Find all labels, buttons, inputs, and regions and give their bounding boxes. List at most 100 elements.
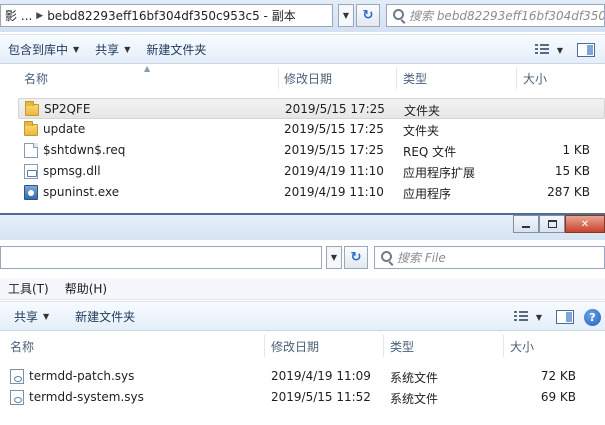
search-icon bbox=[381, 251, 392, 262]
share-button[interactable]: 共享 ▼ bbox=[0, 304, 57, 328]
search-icon bbox=[393, 9, 404, 20]
chevron-down-icon: ▼ bbox=[43, 311, 50, 321]
file-row[interactable]: spmsg.dll 2019/4/19 11:10 应用程序扩展 15 KB bbox=[18, 161, 605, 182]
menu-tools[interactable]: 工具(T) bbox=[0, 280, 57, 297]
search-input[interactable]: 搜索 File bbox=[374, 246, 605, 269]
command-toolbar: 共享 ▼ 新建文件夹 ▼ ? bbox=[0, 301, 605, 331]
sys-icon bbox=[10, 390, 24, 405]
file-name: termdd-system.sys bbox=[29, 390, 144, 404]
file-type: 应用程序扩展 bbox=[403, 166, 476, 180]
file-row[interactable]: spuninst.exe 2019/4/19 11:10 应用程序 287 KB bbox=[18, 182, 605, 203]
file-name: termdd-patch.sys bbox=[29, 369, 135, 383]
folder-icon bbox=[25, 101, 39, 116]
new-folder-label: 新建文件夹 bbox=[146, 42, 207, 57]
include-in-library-button[interactable]: 包含到库中 ▼ bbox=[0, 37, 87, 61]
close-icon: ✕ bbox=[580, 218, 590, 230]
share-label: 共享 bbox=[95, 42, 120, 57]
file-modified: 2019/4/19 11:10 bbox=[284, 164, 384, 178]
column-header-name[interactable]: 名称 bbox=[10, 338, 34, 355]
close-button[interactable]: ✕ bbox=[565, 215, 605, 233]
view-controls: ▼ ? bbox=[510, 302, 605, 332]
file-size: 72 KB bbox=[540, 369, 576, 383]
explorer-window-bottom: ✕ ▼ ↻ 搜索 File 工具(T) 帮助(H) 共享 ▼ 新建文件夹 ▼ ?… bbox=[0, 213, 605, 425]
file-size: 1 KB bbox=[562, 143, 590, 157]
preview-pane-icon[interactable] bbox=[577, 43, 595, 57]
column-header-modified[interactable]: 修改日期 bbox=[284, 70, 332, 87]
column-header-size[interactable]: 大小 bbox=[523, 70, 547, 87]
view-dropdown-icon[interactable]: ▼ bbox=[536, 313, 542, 322]
file-icon bbox=[24, 143, 38, 158]
breadcrumb-separator-icon[interactable]: ▶ bbox=[32, 11, 47, 21]
chevron-down-icon: ▼ bbox=[73, 44, 80, 54]
column-header-type[interactable]: 类型 bbox=[390, 338, 414, 355]
file-size: 69 KB bbox=[540, 390, 576, 404]
share-button[interactable]: 共享 ▼ bbox=[87, 37, 138, 61]
menu-help[interactable]: 帮助(H) bbox=[57, 280, 115, 297]
view-details-icon[interactable] bbox=[513, 311, 532, 323]
address-dropdown-button[interactable]: ▼ bbox=[326, 246, 342, 269]
file-size: 287 KB bbox=[547, 185, 590, 199]
file-modified: 2019/4/19 11:09 bbox=[271, 369, 371, 383]
view-dropdown-icon[interactable]: ▼ bbox=[557, 46, 563, 55]
address-bar[interactable] bbox=[0, 246, 322, 269]
search-input[interactable]: 搜索 bebd82293eff16bf304df350c... bbox=[386, 4, 605, 27]
file-row[interactable]: update 2019/5/15 17:25 文件夹 bbox=[18, 119, 605, 140]
exe-icon bbox=[24, 185, 38, 200]
file-name: SP2QFE bbox=[44, 102, 91, 116]
minimize-icon bbox=[522, 226, 530, 228]
address-path[interactable]: bebd82293eff16bf304df350c953c5 - 副本 bbox=[47, 7, 296, 24]
file-row[interactable]: termdd-patch.sys 2019/4/19 11:09 系统文件 72 KB bbox=[4, 366, 605, 387]
file-modified: 2019/5/15 17:25 bbox=[285, 102, 385, 116]
sort-arrow-icon: ▲ bbox=[144, 64, 151, 73]
column-header-size[interactable]: 大小 bbox=[510, 338, 534, 355]
search-placeholder: 搜索 bebd82293eff16bf304df350c... bbox=[409, 9, 605, 23]
view-controls: ▼ bbox=[531, 35, 605, 65]
column-header-name[interactable]: 名称 bbox=[24, 70, 48, 87]
file-type: 应用程序 bbox=[403, 187, 452, 201]
column-header-row: 名称 修改日期 类型 大小 bbox=[0, 335, 605, 357]
column-header-row: ▲ 名称 修改日期 类型 大小 bbox=[0, 64, 605, 89]
refresh-icon: ↻ bbox=[350, 250, 362, 265]
new-folder-button[interactable]: 新建文件夹 bbox=[138, 37, 214, 61]
column-header-type[interactable]: 类型 bbox=[403, 70, 427, 87]
minimize-button[interactable] bbox=[513, 215, 539, 233]
caption-buttons: ✕ bbox=[513, 215, 605, 233]
search-placeholder: 搜索 File bbox=[397, 251, 446, 265]
dll-icon bbox=[24, 164, 38, 179]
column-header-modified[interactable]: 修改日期 bbox=[271, 338, 319, 355]
file-name: update bbox=[43, 122, 86, 136]
file-row[interactable]: $shtdwn$.req 2019/5/15 17:25 REQ 文件 1 KB bbox=[18, 140, 605, 161]
file-type: REQ 文件 bbox=[403, 145, 457, 159]
file-size: 15 KB bbox=[554, 164, 590, 178]
file-modified: 2019/5/15 17:25 bbox=[284, 122, 384, 136]
file-type: 系统文件 bbox=[390, 371, 439, 385]
new-folder-button[interactable]: 新建文件夹 bbox=[57, 304, 143, 328]
address-prefix[interactable]: 影 ... bbox=[1, 7, 32, 24]
refresh-button[interactable]: ↻ bbox=[356, 4, 380, 27]
sys-icon bbox=[10, 369, 24, 384]
maximize-icon bbox=[547, 220, 557, 228]
chevron-down-icon: ▼ bbox=[124, 44, 131, 54]
address-dropdown-button[interactable]: ▼ bbox=[338, 4, 354, 27]
view-details-icon[interactable] bbox=[534, 44, 553, 56]
preview-pane-icon[interactable] bbox=[556, 310, 574, 324]
file-name: $shtdwn$.req bbox=[43, 143, 126, 157]
maximize-button[interactable] bbox=[539, 215, 565, 233]
menu-bar: 工具(T) 帮助(H) bbox=[0, 278, 605, 300]
file-row[interactable]: termdd-system.sys 2019/5/15 11:52 系统文件 69 K… bbox=[4, 387, 605, 408]
file-type: 文件夹 bbox=[403, 124, 440, 138]
file-row[interactable]: SP2QFE 2019/5/15 17:25 文件夹 bbox=[18, 98, 605, 119]
new-folder-label: 新建文件夹 bbox=[75, 309, 136, 324]
refresh-icon: ↻ bbox=[362, 8, 374, 23]
address-bar[interactable]: 影 ... ▶ bebd82293eff16bf304df350c953c5 -… bbox=[0, 4, 333, 27]
share-label: 共享 bbox=[14, 309, 39, 324]
file-type: 文件夹 bbox=[404, 104, 441, 118]
title-bar[interactable]: ✕ bbox=[0, 213, 605, 240]
refresh-button[interactable]: ↻ bbox=[344, 246, 368, 269]
file-modified: 2019/5/15 11:52 bbox=[271, 390, 371, 404]
file-modified: 2019/4/19 11:10 bbox=[284, 185, 384, 199]
file-name: spmsg.dll bbox=[43, 164, 101, 178]
folder-icon bbox=[24, 121, 38, 136]
file-type: 系统文件 bbox=[390, 392, 439, 406]
help-icon[interactable]: ? bbox=[584, 308, 601, 326]
